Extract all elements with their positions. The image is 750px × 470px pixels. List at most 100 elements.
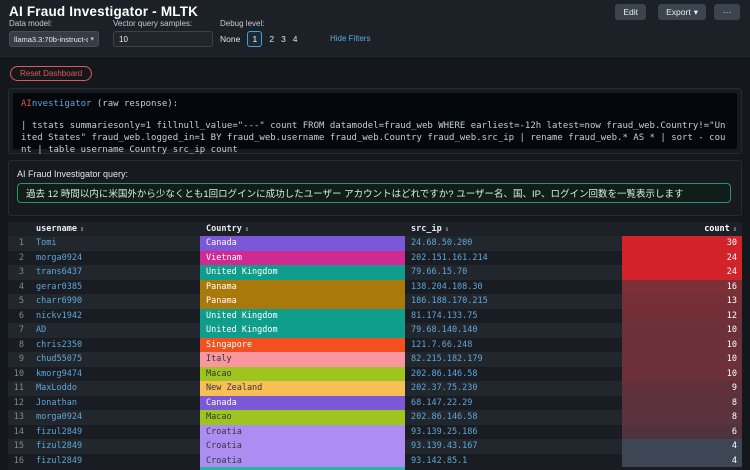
country-cell[interactable]: Vietnam [200,251,405,266]
src-ip-cell[interactable]: 68.147.22.29 [405,396,622,411]
table-row[interactable]: 14fizul2849Croatia93.139.25.1866 [8,425,742,440]
debug-option-none[interactable]: None [220,34,240,44]
country-cell[interactable]: Italy [200,352,405,367]
username-cell[interactable]: morga0924 [28,251,200,266]
table-body: 1TomiCanada24.68.50.200302morga0924Vietn… [8,236,742,468]
header-username[interactable]: username⇕ [28,224,200,234]
count-cell[interactable]: 6 [622,425,742,440]
reset-dashboard-button[interactable]: Reset Dashboard [10,66,92,81]
src-ip-cell[interactable]: 93.139.25.186 [405,425,622,440]
country-cell[interactable]: Singapore [200,338,405,353]
src-ip-cell[interactable]: 202.86.146.58 [405,410,622,425]
country-cell[interactable]: Canada [200,396,405,411]
src-ip-cell[interactable]: 24.68.50.200 [405,236,622,251]
count-cell[interactable]: 8 [622,410,742,425]
count-cell[interactable]: 8 [622,396,742,411]
username-cell[interactable]: MaxLoddo [28,381,200,396]
count-cell[interactable]: 10 [622,352,742,367]
count-cell[interactable]: 24 [622,251,742,266]
table-row[interactable]: 15fizul2849Croatia93.139.43.1674 [8,439,742,454]
src-ip-cell[interactable]: 93.139.43.167 [405,439,622,454]
src-ip-cell[interactable]: 121.7.66.248 [405,338,622,353]
src-ip-cell[interactable]: 79.66.15.70 [405,265,622,280]
table-row[interactable]: 3trans6437United Kingdom79.66.15.7024 [8,265,742,280]
table-row[interactable]: 6nickv1942United Kingdom81.174.133.7512 [8,309,742,324]
data-model-dropdown[interactable]: llama3.3:70b-instruct-q4... ▾ [9,31,99,47]
country-cell[interactable]: United Kingdom [200,309,405,324]
username-cell[interactable]: fizul2849 [28,454,200,469]
src-ip-cell[interactable]: 202.151.161.214 [405,251,622,266]
count-cell[interactable]: 12 [622,309,742,324]
username-cell[interactable]: trans6437 [28,265,200,280]
debug-option-1[interactable]: 1 [247,31,262,47]
hide-filters-link[interactable]: Hide Filters [330,34,370,43]
count-cell[interactable]: 10 [622,367,742,382]
country-cell[interactable]: United Kingdom [200,265,405,280]
country-cell[interactable]: Croatia [200,439,405,454]
edit-button[interactable]: Edit [615,4,646,20]
table-row[interactable]: 4gerar0385Panama138.204.108.3016 [8,280,742,295]
username-cell[interactable]: gerar0385 [28,280,200,295]
username-cell[interactable]: nickv1942 [28,309,200,324]
username-cell[interactable]: Tomi [28,236,200,251]
country-cell[interactable]: Croatia [200,425,405,440]
src-ip-cell[interactable]: 202.86.146.58 [405,367,622,382]
count-cell[interactable]: 30 [622,236,742,251]
username-cell[interactable]: morga0924 [28,410,200,425]
username-cell[interactable]: fizul2849 [28,439,200,454]
country-cell[interactable]: Panama [200,294,405,309]
top-bar: AI Fraud Investigator - MLTK Edit Export… [0,0,750,59]
username-cell[interactable]: fizul2849 [28,425,200,440]
count-cell[interactable]: 24 [622,265,742,280]
username-cell[interactable]: chris2350 [28,338,200,353]
country-cell[interactable]: Panama [200,280,405,295]
header-count[interactable]: count⇕ [622,224,742,234]
username-cell[interactable]: Jonathan [28,396,200,411]
username-cell[interactable]: charr6990 [28,294,200,309]
count-cell[interactable]: 4 [622,439,742,454]
src-ip-cell[interactable]: 82.215.182.179 [405,352,622,367]
table-row[interactable]: 8chris2350Singapore121.7.66.24810 [8,338,742,353]
username-cell[interactable]: kmorg9474 [28,367,200,382]
src-ip-cell[interactable]: 202.37.75.230 [405,381,622,396]
country-cell[interactable]: Canada [200,236,405,251]
src-ip-cell[interactable]: 186.188.170.215 [405,294,622,309]
country-cell[interactable]: Macao [200,410,405,425]
table-row[interactable]: 2morga0924Vietnam202.151.161.21424 [8,251,742,266]
table-row[interactable]: 16fizul2849Croatia93.142.85.14 [8,454,742,469]
country-cell[interactable]: Macao [200,367,405,382]
country-cell[interactable]: United Kingdom [200,323,405,338]
export-button[interactable]: Export▾ [658,4,706,20]
table-row[interactable]: 5charr6990Panama186.188.170.21513 [8,294,742,309]
table-row[interactable]: 1TomiCanada24.68.50.20030 [8,236,742,251]
username-cell[interactable]: chud55075 [28,352,200,367]
table-row[interactable]: 9chud55075Italy82.215.182.17910 [8,352,742,367]
country-cell[interactable]: Croatia [200,454,405,469]
table-row[interactable]: 11MaxLoddoNew Zealand202.37.75.2309 [8,381,742,396]
table-row[interactable]: 7ADUnited Kingdom79.68.140.14010 [8,323,742,338]
username-cell[interactable]: AD [28,323,200,338]
header-country[interactable]: Country⇕ [200,224,405,234]
count-cell[interactable]: 13 [622,294,742,309]
count-cell[interactable]: 10 [622,323,742,338]
table-row[interactable]: 12JonathanCanada68.147.22.298 [8,396,742,411]
debug-option-4[interactable]: 4 [293,34,298,44]
src-ip-cell[interactable]: 138.204.108.30 [405,280,622,295]
country-cell[interactable]: New Zealand [200,381,405,396]
debug-option-3[interactable]: 3 [281,34,286,44]
src-ip-cell[interactable]: 81.174.133.75 [405,309,622,324]
sort-icon: ⇕ [245,225,249,233]
src-ip-cell[interactable]: 79.68.140.140 [405,323,622,338]
vector-query-input[interactable] [113,31,213,47]
table-row[interactable]: 10kmorg9474Macao202.86.146.5810 [8,367,742,382]
header-src-ip[interactable]: src_ip⇕ [405,224,622,234]
debug-option-2[interactable]: 2 [269,34,274,44]
count-cell[interactable]: 10 [622,338,742,353]
more-menu-button[interactable]: ··· [714,4,740,20]
count-cell[interactable]: 9 [622,381,742,396]
count-cell[interactable]: 16 [622,280,742,295]
src-ip-cell[interactable]: 93.142.85.1 [405,454,622,469]
fraud-query-input[interactable] [17,183,731,203]
count-cell[interactable]: 4 [622,454,742,469]
table-row[interactable]: 13morga0924Macao202.86.146.588 [8,410,742,425]
